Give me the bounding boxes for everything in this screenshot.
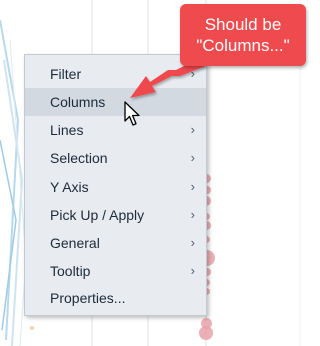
menu-item-properties[interactable]: Properties... (25, 284, 206, 312)
context-menu: Filter › Columns Lines › Selection › Y A… (24, 54, 207, 316)
menu-item-filter[interactable]: Filter › (25, 60, 206, 88)
menu-item-label: General (50, 235, 100, 251)
menu-item-general[interactable]: General › (25, 229, 206, 257)
chevron-right-icon: › (190, 207, 195, 222)
menu-item-selection[interactable]: Selection › (25, 144, 206, 172)
chart-bubble (30, 326, 34, 330)
callout-line-2: "Columns..." (196, 36, 290, 55)
menu-item-label: Lines (50, 122, 84, 138)
menu-item-label: Columns (50, 94, 106, 110)
callout-line-1: Should be (204, 15, 282, 34)
menu-item-label: Pick Up / Apply (50, 207, 145, 223)
chevron-right-icon: › (190, 179, 195, 194)
menu-item-label: Tooltip (50, 263, 91, 279)
menu-item-y-axis[interactable]: Y Axis › (25, 173, 206, 201)
mouse-pointer-icon (124, 101, 140, 126)
menu-item-label: Properties... (50, 290, 126, 306)
chevron-right-icon: › (190, 263, 195, 278)
menu-item-label: Filter (50, 66, 82, 82)
menu-item-columns[interactable]: Columns (25, 88, 206, 116)
menu-item-tooltip[interactable]: Tooltip › (25, 257, 206, 285)
menu-item-label: Selection (50, 150, 108, 166)
chevron-right-icon: › (190, 122, 195, 137)
annotation-callout: Should be "Columns..." (180, 4, 306, 66)
chart-bubble (199, 326, 213, 340)
menu-item-pick-up-apply[interactable]: Pick Up / Apply › (25, 201, 206, 229)
menu-item-lines[interactable]: Lines › (25, 116, 206, 144)
chevron-right-icon: › (190, 235, 195, 250)
chevron-right-icon: › (190, 150, 195, 165)
menu-item-label: Y Axis (50, 179, 89, 195)
